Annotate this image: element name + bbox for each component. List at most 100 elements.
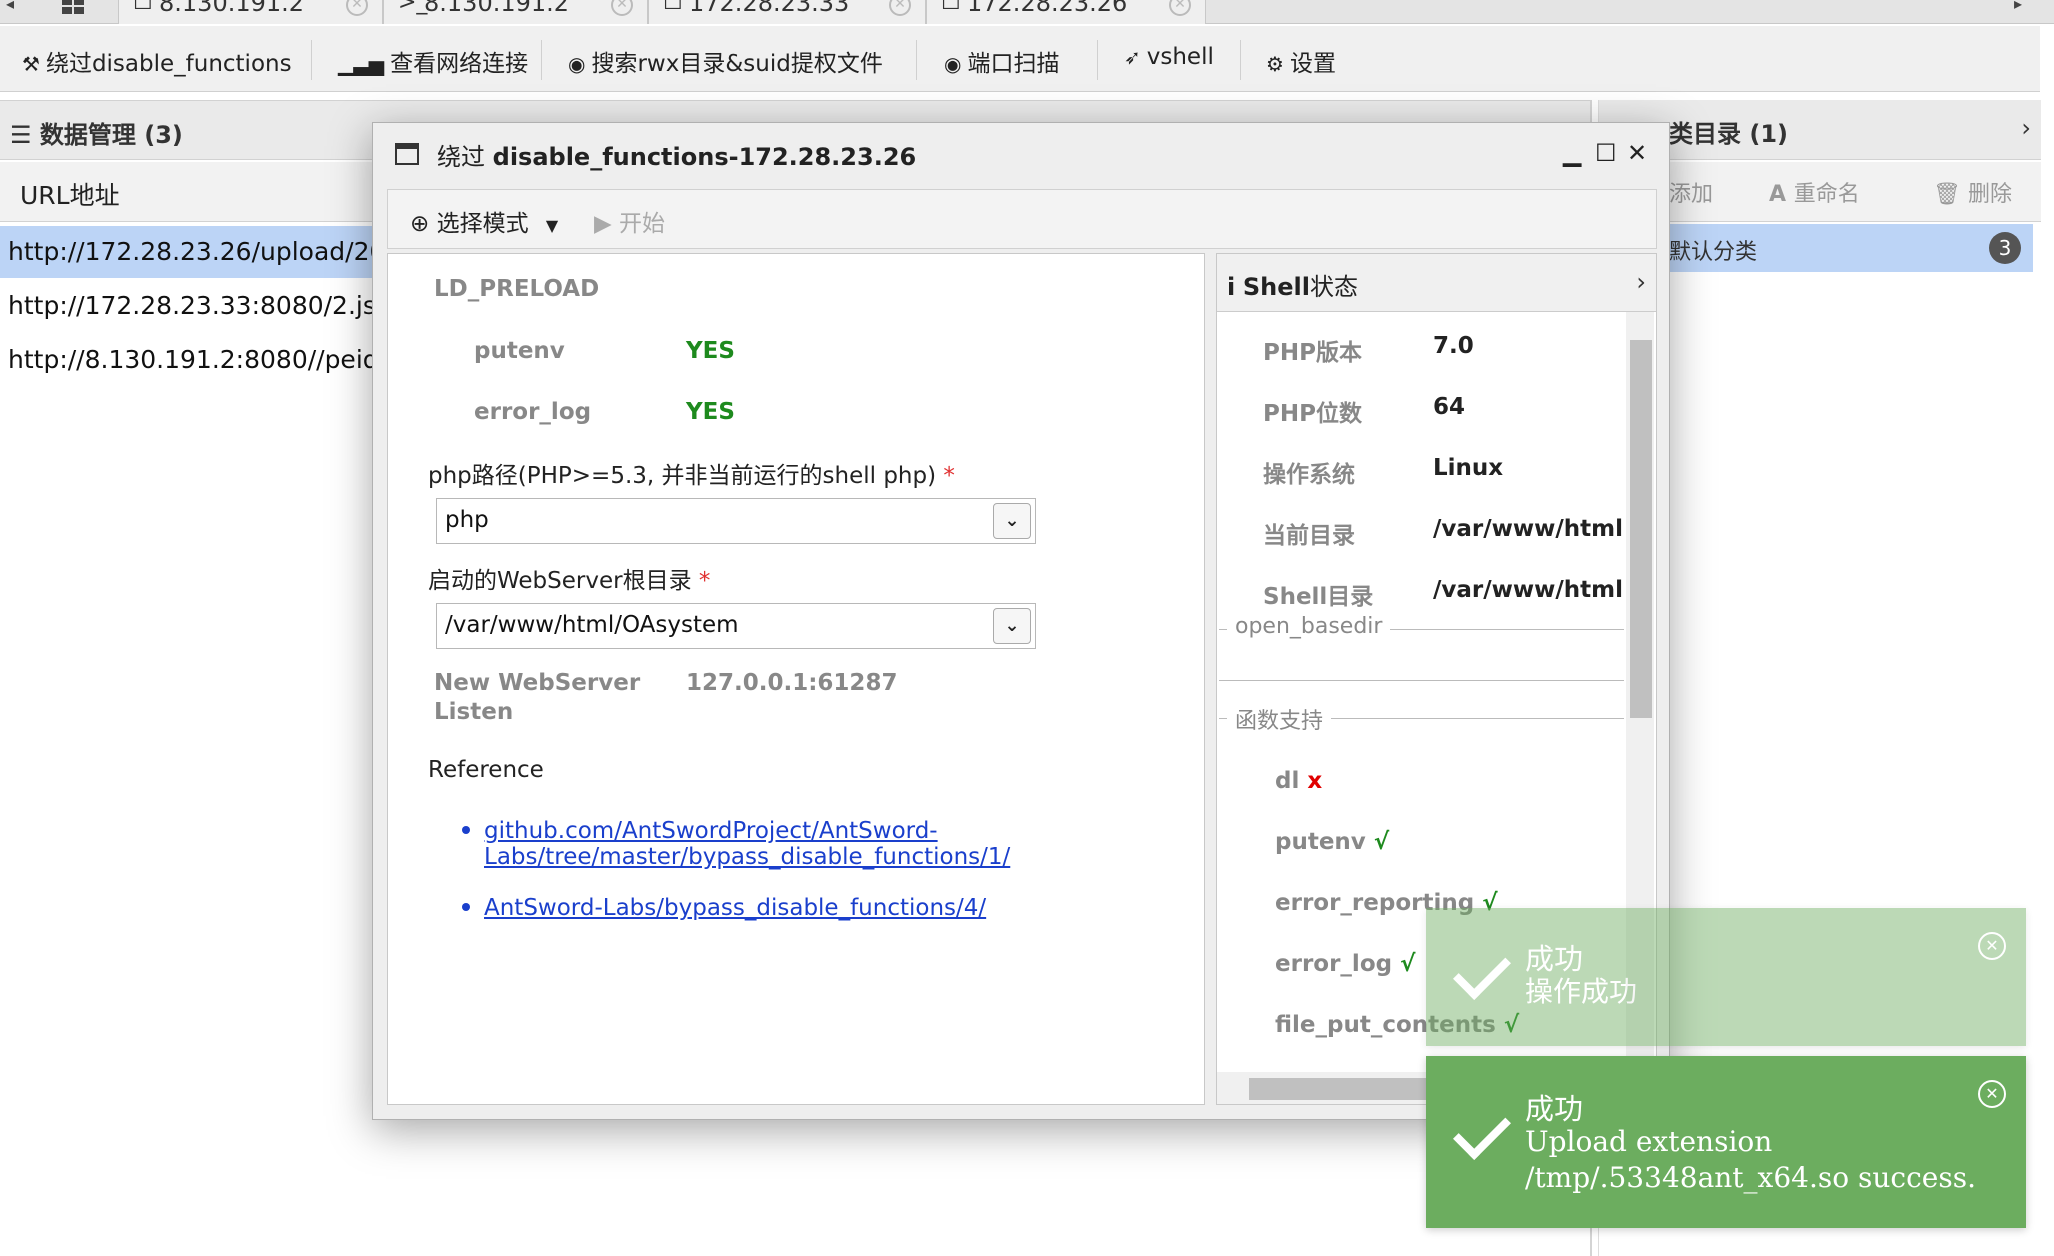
tab-scroll-left-icon[interactable]: ◂	[6, 0, 14, 13]
close-icon[interactable]: ✕	[1169, 0, 1191, 16]
function-item: dl x	[1275, 768, 1323, 794]
listen-label: Listen	[434, 699, 514, 725]
state-key: 操作系统	[1263, 462, 1355, 488]
cross-icon: x	[1307, 768, 1323, 794]
toast-title: 成功	[1525, 1092, 1584, 1126]
state-key: PHP版本	[1263, 340, 1362, 366]
function-item: putenv √	[1275, 829, 1390, 855]
play-icon: ▶	[594, 211, 612, 237]
delete-category-button[interactable]: 🗑 删除	[1933, 176, 2012, 208]
toolbar-divider	[1097, 40, 1098, 80]
signal-bars-icon: ▁▃▅	[338, 52, 385, 76]
open-basedir-legend: open_basedir	[1227, 614, 1391, 639]
tab-scroll-right-icon[interactable]: ▸	[2014, 0, 2022, 13]
category-title: 类目录 (1)	[1669, 120, 1788, 148]
tab-bar: ◂ ☐ 8.130.191.2 ✕ >_ 8.130.191.2 ✕ ☐ 172…	[0, 0, 2054, 24]
toast-title: 成功	[1525, 942, 1584, 976]
dialog-titlebar[interactable]: 绕过 disable_functions-172.28.23.26 ▁ ☐ ✕	[373, 123, 1669, 183]
toolbar-divider	[1240, 40, 1241, 80]
window-icon	[395, 143, 419, 165]
reference-link[interactable]: github.com/AntSwordProject/AntSword- Lab…	[462, 818, 1010, 870]
data-management-title: 数据管理 (3)	[39, 121, 183, 149]
bypass-form: LD_PRELOAD putenv YES error_log YES php路…	[387, 253, 1205, 1105]
php-path-label: php路径(PHP>=5.3, 并非当前运行的shell php) *	[428, 463, 955, 489]
toolbar-divider	[916, 40, 917, 80]
chevron-right-icon[interactable]: ›	[1636, 268, 1646, 296]
close-icon[interactable]: ✕	[1627, 139, 1647, 167]
network-connections-button[interactable]: ▁▃▅ 查看网络连接	[338, 44, 528, 78]
success-toast: 成功 操作成功 ✕	[1426, 908, 2026, 1046]
category-label: 默认分类	[1669, 240, 1758, 265]
eye-icon: ◉	[568, 52, 586, 76]
eye-icon: ◉	[944, 52, 962, 76]
state-value: Linux	[1433, 455, 1504, 481]
table-row[interactable]: http://172.28.23.33:8080/2.jsp	[0, 280, 400, 332]
function-item: error_log √	[1275, 951, 1416, 977]
dialog-title: 绕过 disable_functions-172.28.23.26	[437, 143, 917, 171]
check-label: error_log	[474, 399, 592, 425]
search-rwx-suid-button[interactable]: ◉ 搜索rwx目录&suid提权文件	[568, 44, 883, 78]
bullet	[462, 903, 470, 911]
plus-circle-icon: ⊕	[410, 211, 430, 237]
toolbar-divider	[311, 40, 312, 80]
reference-link[interactable]: AntSword-Labs/bypass_disable_functions/4…	[462, 895, 986, 921]
window-icon: ☐	[941, 0, 961, 15]
select-mode-dropdown[interactable]: ⊕ 选择模式 ▼	[410, 204, 558, 238]
close-icon[interactable]: ✕	[611, 0, 633, 16]
php-path-select[interactable]: php ⌄	[436, 498, 1036, 544]
toast-message: Upload extension /tmp/.53348ant_x64.so s…	[1525, 1125, 1976, 1194]
hammer-icon: ⚒	[22, 52, 40, 76]
tab-label: 8.130.191.2	[159, 0, 305, 17]
chevron-down-icon[interactable]: ⌄	[993, 608, 1031, 644]
close-icon[interactable]: ✕	[1978, 932, 2006, 960]
tab-session-4[interactable]: ☐ 172.28.23.26 ✕	[926, 0, 1206, 24]
rocket-icon: ➶	[1124, 45, 1141, 69]
add-category-button[interactable]: 添加	[1669, 176, 1713, 208]
grid-home-icon[interactable]	[58, 0, 88, 16]
tab-session-1[interactable]: ☐ 8.130.191.2 ✕	[118, 0, 383, 24]
table-row[interactable]: http://172.28.23.26/upload/2023	[0, 226, 400, 278]
category-item-default[interactable]: 默认分类 3	[1663, 224, 2033, 272]
checkmark-icon	[1453, 1102, 1511, 1160]
tab-label: 172.28.23.33	[689, 0, 850, 17]
mode-name: LD_PRELOAD	[434, 276, 600, 302]
count-badge: 3	[1989, 232, 2021, 264]
state-value: /var/www/html	[1433, 577, 1623, 603]
rename-category-button[interactable]: A 重命名	[1769, 176, 1860, 208]
table-row[interactable]: http://8.130.191.2:8080//peiqi.php	[0, 334, 400, 386]
plugin-toolbar: ⚒ 绕过disable_functions ▁▃▅ 查看网络连接 ◉ 搜索rwx目录&…	[0, 26, 2040, 92]
dialog-toolbar: ⊕ 选择模式 ▼ ▶ 开始	[387, 189, 1657, 249]
close-icon[interactable]: ✕	[889, 0, 911, 16]
tab-session-3[interactable]: ☐ 172.28.23.33 ✕	[648, 0, 926, 24]
bypass-disable-functions-button[interactable]: ⚒ 绕过disable_functions	[22, 44, 292, 78]
list-icon: ☰	[10, 121, 32, 149]
close-icon[interactable]: ✕	[346, 0, 368, 16]
tab-session-2[interactable]: >_ 8.130.191.2 ✕	[383, 0, 648, 24]
start-button[interactable]: ▶ 开始	[594, 204, 665, 238]
success-toast: 成功 Upload extension /tmp/.53348ant_x64.s…	[1426, 1056, 2026, 1228]
port-scan-button[interactable]: ◉ 端口扫描	[944, 44, 1059, 78]
webroot-select[interactable]: /var/www/html/OAsystem ⌄	[436, 603, 1036, 649]
close-icon[interactable]: ✕	[1978, 1080, 2006, 1108]
state-value: /var/www/html	[1433, 516, 1623, 542]
caret-down-icon: ▼	[545, 216, 559, 235]
tab-label: 8.130.191.2	[424, 0, 570, 17]
check-icon: √	[1373, 829, 1390, 855]
maximize-icon[interactable]: ☐	[1595, 139, 1617, 167]
scrollbar-thumb[interactable]	[1630, 340, 1652, 718]
listen-value: 127.0.0.1:61287	[686, 670, 898, 696]
settings-button[interactable]: ⚙ 设置	[1266, 44, 1336, 78]
vshell-button[interactable]: ➶ vshell	[1124, 44, 1214, 70]
chevron-down-icon[interactable]: ⌄	[993, 503, 1031, 539]
font-icon: A	[1769, 182, 1794, 207]
check-value: YES	[686, 338, 735, 364]
check-label: putenv	[474, 338, 565, 364]
tab-label: 172.28.23.26	[967, 0, 1128, 17]
webroot-label: 启动的WebServer根目录 *	[428, 568, 711, 594]
chevron-right-icon[interactable]: ›	[2021, 114, 2031, 142]
state-key: PHP位数	[1263, 401, 1362, 427]
checkmark-icon	[1453, 942, 1511, 1000]
minimize-icon[interactable]: ▁	[1563, 139, 1581, 167]
listen-label: New WebServer	[434, 670, 641, 696]
functions-legend: 函数支持	[1227, 703, 1332, 735]
